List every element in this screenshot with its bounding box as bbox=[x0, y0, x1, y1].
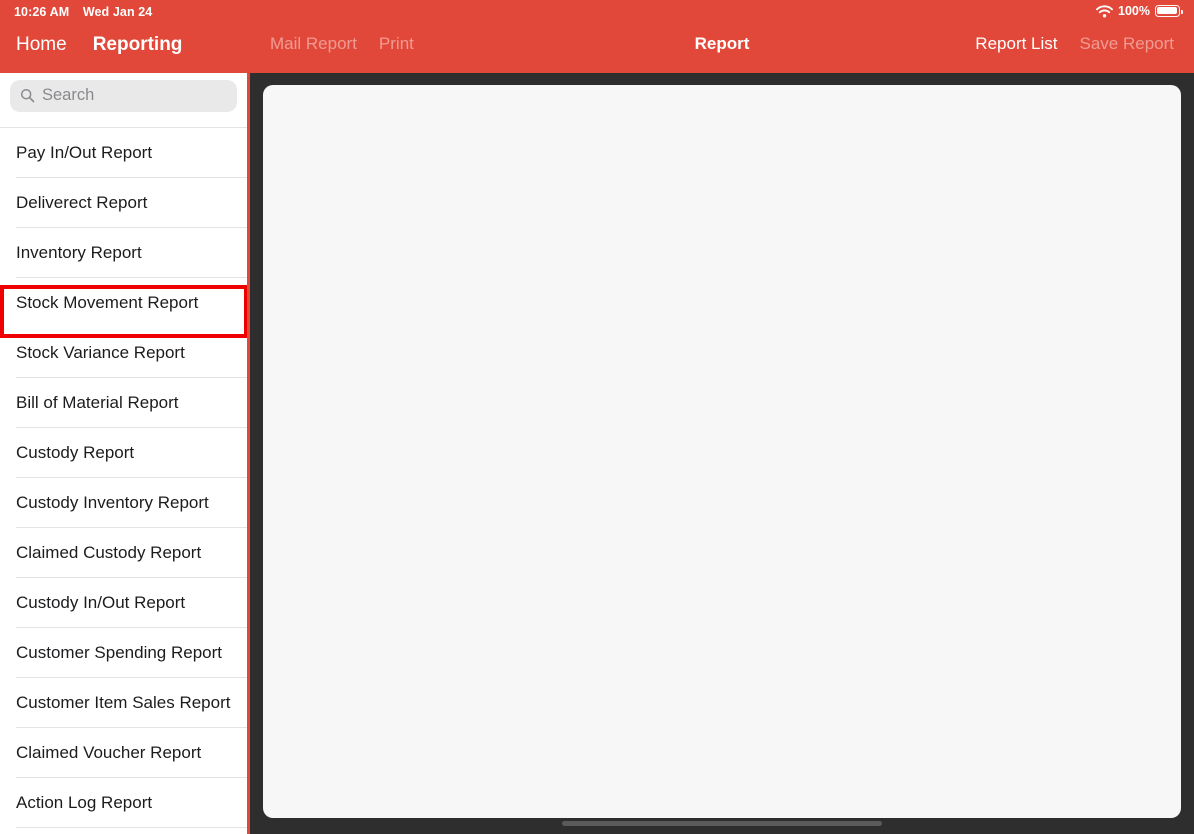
sidebar-tabs: Home Reporting bbox=[0, 34, 182, 56]
battery-icon bbox=[1155, 5, 1183, 17]
sidebar-header: 10:26 AM Wed Jan 24 Home Reporting bbox=[0, 0, 247, 73]
main-pane: 100% Report Mail Report Print Report Lis… bbox=[250, 0, 1194, 834]
search-input[interactable]: Search bbox=[42, 86, 94, 105]
app-root: 10:26 AM Wed Jan 24 Home Reporting Searc… bbox=[0, 0, 1194, 834]
home-indicator[interactable] bbox=[562, 821, 882, 826]
mail-report-button[interactable]: Mail Report bbox=[270, 34, 357, 54]
list-clipped-row bbox=[0, 118, 247, 128]
save-report-button[interactable]: Save Report bbox=[1080, 34, 1175, 54]
list-item[interactable]: Custody In/Out Report bbox=[0, 578, 247, 628]
nav-right-group: Report List Save Report bbox=[975, 34, 1174, 54]
list-item[interactable]: Inventory Report bbox=[0, 228, 247, 278]
list-item[interactable]: Pay In/Out Report bbox=[0, 128, 247, 178]
list-item[interactable]: Customer Spending Report bbox=[0, 628, 247, 678]
list-item[interactable]: Action Log Report bbox=[0, 778, 247, 828]
list-item[interactable]: Stock Variance Report bbox=[0, 328, 247, 378]
search-bar-container: Search bbox=[0, 73, 247, 118]
search-box[interactable]: Search bbox=[10, 79, 237, 112]
nav-left-group: Mail Report Print bbox=[270, 34, 414, 54]
status-bar-date: Wed Jan 24 bbox=[82, 5, 153, 19]
report-list-button[interactable]: Report List bbox=[975, 34, 1057, 54]
tab-reporting[interactable]: Reporting bbox=[93, 34, 183, 56]
nav-button-row: Mail Report Print Report List Save Repor… bbox=[250, 34, 1194, 54]
status-bar-time: 10:26 AM bbox=[14, 5, 70, 19]
navigation-bar: 100% Report Mail Report Print Report Lis… bbox=[250, 0, 1194, 73]
content-area bbox=[250, 73, 1194, 834]
status-bar-right: 100% bbox=[1096, 4, 1183, 18]
tab-home[interactable]: Home bbox=[16, 34, 67, 56]
list-item[interactable]: Bill of Material Report bbox=[0, 378, 247, 428]
report-panel[interactable] bbox=[263, 85, 1181, 818]
list-item[interactable]: Custody Report bbox=[0, 428, 247, 478]
list-item[interactable]: Claimed Custody Report bbox=[0, 528, 247, 578]
list-item[interactable]: Customer Item Sales Report bbox=[0, 678, 247, 728]
wifi-icon bbox=[1096, 4, 1113, 17]
sidebar: 10:26 AM Wed Jan 24 Home Reporting Searc… bbox=[0, 0, 250, 834]
status-bar-left: 10:26 AM Wed Jan 24 bbox=[14, 5, 152, 19]
list-item[interactable]: Claimed Voucher Report bbox=[0, 728, 247, 778]
battery-percent-label: 100% bbox=[1118, 4, 1150, 18]
list-item-stock-movement-report[interactable]: Stock Movement Report bbox=[0, 278, 247, 328]
print-button[interactable]: Print bbox=[379, 34, 414, 54]
list-item[interactable]: Custody Inventory Report bbox=[0, 478, 247, 528]
list-item[interactable]: Deliverect Report bbox=[0, 178, 247, 228]
report-list[interactable]: Pay In/Out Report Deliverect Report Inve… bbox=[0, 118, 247, 834]
search-icon bbox=[20, 88, 35, 103]
